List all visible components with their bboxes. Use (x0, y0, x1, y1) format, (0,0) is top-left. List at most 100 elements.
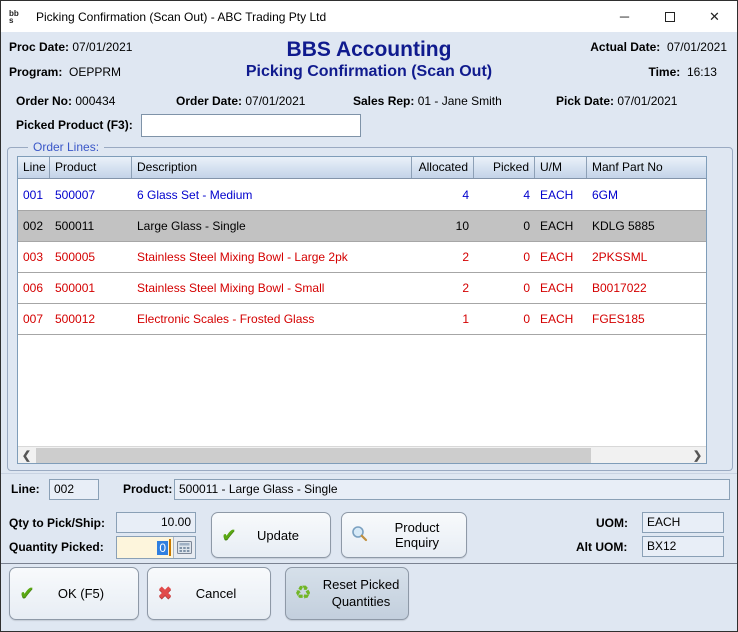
order-no-label: Order No: (16, 94, 72, 108)
cell-description: 6 Glass Set - Medium (132, 188, 412, 202)
cell-description: Stainless Steel Mixing Bowl - Large 2pk (132, 250, 412, 264)
alt-uom-field: BX12 (642, 536, 724, 557)
green-check-icon: ✔ (212, 525, 246, 546)
column-header-allocated[interactable]: Allocated (412, 157, 474, 178)
column-header-um[interactable]: U/M (535, 157, 587, 178)
cell-picked: 0 (474, 312, 535, 326)
column-header-product[interactable]: Product (50, 157, 132, 178)
recycle-icon: ♻ (286, 582, 320, 605)
screen-title: Picking Confirmation (Scan Out) (1, 63, 737, 81)
scroll-left-icon[interactable]: ❮ (18, 447, 35, 464)
column-header-picked[interactable]: Picked (474, 157, 535, 178)
cell-line: 006 (18, 281, 50, 295)
cell-product: 500011 (50, 219, 132, 233)
table-row[interactable]: 007500012Electronic Scales - Frosted Gla… (18, 304, 706, 335)
time-value: 16:13 (687, 65, 717, 79)
titlebar: bbs Picking Confirmation (Scan Out) - AB… (1, 1, 737, 32)
maximize-button[interactable] (647, 1, 692, 32)
window-title: Picking Confirmation (Scan Out) - ABC Tr… (36, 10, 326, 24)
cell-picked: 4 (474, 188, 535, 202)
calculator-icon[interactable] (173, 537, 195, 558)
table-row[interactable]: 006500001Stainless Steel Mixing Bowl - S… (18, 273, 706, 304)
product-enquiry-button[interactable]: Product Enquiry (341, 512, 467, 558)
cell-allocated: 10 (412, 219, 474, 233)
product-enquiry-button-label: Product Enquiry (376, 520, 466, 550)
cell-manf_part_no: B0017022 (587, 281, 706, 295)
qty-picked-value: 0 (157, 541, 168, 555)
line-label: Line: (11, 482, 40, 496)
cancel-button[interactable]: ✖ Cancel (147, 567, 271, 620)
update-button[interactable]: ✔ Update (211, 512, 331, 558)
table-row[interactable]: 0015000076 Glass Set - Medium44EACH6GM (18, 180, 706, 211)
cell-picked: 0 (474, 219, 535, 233)
cell-line: 001 (18, 188, 50, 202)
cell-manf_part_no: 2PKSSML (587, 250, 706, 264)
cell-manf_part_no: KDLG 5885 (587, 219, 706, 233)
maximize-icon (665, 12, 675, 22)
uom-field: EACH (642, 512, 724, 533)
column-header-description[interactable]: Description (132, 157, 412, 178)
cell-um: EACH (535, 188, 587, 202)
order-lines-group: Order Lines: LineProductDescriptionAlloc… (7, 147, 733, 471)
pick-date-value: 07/01/2021 (617, 94, 677, 108)
reset-picked-quantities-button[interactable]: ♻ Reset Picked Quantities (285, 567, 409, 620)
cell-allocated: 2 (412, 281, 474, 295)
app-window: bbs Picking Confirmation (Scan Out) - AB… (0, 0, 738, 632)
order-info-row: Order No: 000434 Order Date: 07/01/2021 … (1, 94, 737, 112)
cell-description: Stainless Steel Mixing Bowl - Small (132, 281, 412, 295)
minimize-button[interactable]: ─ (602, 1, 647, 32)
cell-allocated: 2 (412, 250, 474, 264)
table-row[interactable]: 002500011Large Glass - Single100EACHKDLG… (18, 211, 706, 242)
alt-uom-label: Alt UOM: (576, 540, 627, 554)
picked-product-input[interactable] (141, 114, 361, 137)
cell-description: Electronic Scales - Frosted Glass (132, 312, 412, 326)
cell-line: 007 (18, 312, 50, 326)
table-header-row: LineProductDescriptionAllocatedPickedU/M… (18, 157, 706, 179)
cell-line: 002 (18, 219, 50, 233)
column-header-line[interactable]: Line (18, 157, 50, 178)
cell-product: 500001 (50, 281, 132, 295)
cell-product: 500007 (50, 188, 132, 202)
qty-picked-label: Quantity Picked: (9, 540, 104, 554)
product-label: Product: (123, 482, 172, 496)
cell-um: EACH (535, 219, 587, 233)
magnifier-icon (342, 525, 376, 545)
text-caret (169, 539, 171, 556)
time: Time: 16:13 (648, 65, 727, 79)
uom-label: UOM: (596, 516, 628, 530)
ok-button[interactable]: ✔ OK (F5) (9, 567, 139, 620)
scrollbar-thumb[interactable] (36, 448, 591, 463)
scroll-right-icon[interactable]: ❯ (689, 447, 706, 464)
cell-allocated: 4 (412, 188, 474, 202)
qty-to-pick-field: 10.00 (116, 512, 196, 533)
green-check-icon: ✔ (10, 583, 44, 604)
qty-picked-input[interactable]: 0 (116, 536, 196, 559)
order-lines-table: LineProductDescriptionAllocatedPickedU/M… (17, 156, 707, 464)
cell-line: 003 (18, 250, 50, 264)
order-lines-group-label: Order Lines: (28, 140, 104, 154)
horizontal-scrollbar[interactable]: ❮ ❯ (18, 446, 706, 463)
sales-rep-value: 01 - Jane Smith (418, 94, 502, 108)
cell-product: 500012 (50, 312, 132, 326)
cell-um: EACH (535, 312, 587, 326)
cell-manf_part_no: 6GM (587, 188, 706, 202)
table-row[interactable]: 003500005Stainless Steel Mixing Bowl - L… (18, 242, 706, 273)
bbs-logo-icon: bbs (9, 7, 29, 27)
time-label: Time: (648, 65, 680, 79)
column-header-manf_part_no[interactable]: Manf Part No (587, 157, 706, 178)
cell-um: EACH (535, 250, 587, 264)
ok-button-label: OK (F5) (44, 586, 138, 601)
close-button[interactable]: ✕ (692, 1, 737, 32)
cell-product: 500005 (50, 250, 132, 264)
actual-date-value: 07/01/2021 (667, 40, 727, 54)
sales-rep-label: Sales Rep: (353, 94, 414, 108)
cell-um: EACH (535, 281, 587, 295)
picked-product-label: Picked Product (F3): (16, 118, 133, 132)
red-x-icon: ✖ (148, 583, 182, 604)
actual-date: Actual Date: 07/01/2021 (590, 40, 727, 54)
product-field: 500011 - Large Glass - Single (174, 479, 730, 500)
order-no-value: 000434 (75, 94, 115, 108)
actual-date-label: Actual Date: (590, 40, 660, 54)
footer-separator (1, 563, 737, 564)
order-date-value: 07/01/2021 (245, 94, 305, 108)
